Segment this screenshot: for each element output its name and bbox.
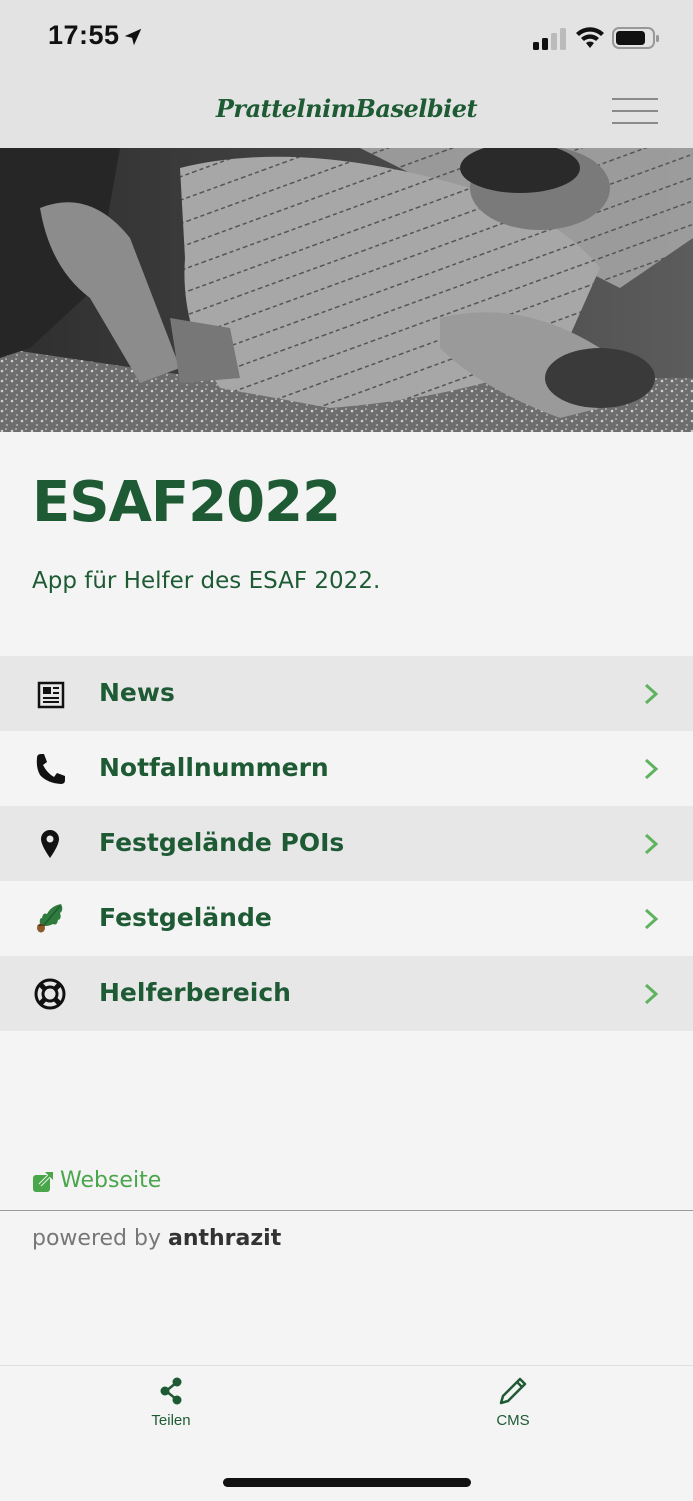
menu-item-helferbereich[interactable]: Helferbereich [0, 956, 693, 1031]
cms-tab[interactable]: CMS [453, 1376, 573, 1438]
cms-tab-label: CMS [496, 1412, 530, 1429]
location-arrow-icon [124, 28, 142, 46]
powered-by: powered by anthrazit [32, 1226, 281, 1251]
menu-list: News Notfallnummern Festgelände POIs Fes… [0, 656, 693, 1031]
share-icon [160, 1377, 182, 1405]
menu-line [612, 110, 658, 112]
wifi-icon [576, 27, 604, 48]
website-link[interactable]: Webseite [32, 1168, 161, 1193]
chevron-right-icon [644, 908, 659, 930]
battery-icon [612, 27, 659, 49]
divider [0, 1210, 693, 1211]
pencil-icon [499, 1377, 527, 1405]
chevron-right-icon [644, 758, 659, 780]
menu-item-news[interactable]: News [0, 656, 693, 731]
chevron-right-icon [644, 983, 659, 1005]
menu-line [612, 98, 658, 100]
wrestling-photo [0, 148, 693, 432]
share-tab[interactable]: Teilen [111, 1376, 231, 1438]
menu-line [612, 122, 658, 124]
menu-item-notfallnummern[interactable]: Notfallnummern [0, 731, 693, 806]
page-subtitle: App für Helfer des ESAF 2022. [32, 568, 381, 594]
menu-item-festgelaende[interactable]: Festgelände [0, 881, 693, 956]
newspaper-icon [37, 681, 65, 709]
menu-item-label: Festgelände POIs [99, 828, 345, 857]
status-time: 17:55 [48, 20, 120, 50]
hero-image [0, 148, 693, 432]
menu-item-label: News [99, 678, 175, 707]
powered-by-brand[interactable]: anthrazit [168, 1226, 281, 1251]
chevron-right-icon [644, 833, 659, 855]
lifebuoy-icon [34, 978, 66, 1010]
powered-by-prefix: powered by [32, 1226, 161, 1251]
menu-item-festgelaende-pois[interactable]: Festgelände POIs [0, 806, 693, 881]
logo[interactable]: PrattelnimBaselbiet [0, 94, 693, 123]
external-link-icon [33, 1172, 53, 1192]
share-tab-label: Teilen [151, 1412, 191, 1429]
menu-item-label: Notfallnummern [99, 753, 329, 782]
menu-item-label: Helferbereich [99, 978, 291, 1007]
oak-leaf-icon [37, 904, 63, 933]
menu-item-label: Festgelände [99, 903, 272, 932]
chevron-right-icon [644, 683, 659, 705]
home-indicator [223, 1478, 471, 1487]
map-pin-icon [41, 830, 59, 858]
status-bar: 17:55 [0, 0, 693, 72]
hamburger-menu-button[interactable] [608, 94, 662, 128]
top-navigation-bar: PrattelnimBaselbiet [0, 72, 693, 148]
cellular-signal-icon [533, 28, 566, 50]
page-title: ESAF2022 [32, 470, 341, 535]
phone-icon [36, 754, 65, 784]
